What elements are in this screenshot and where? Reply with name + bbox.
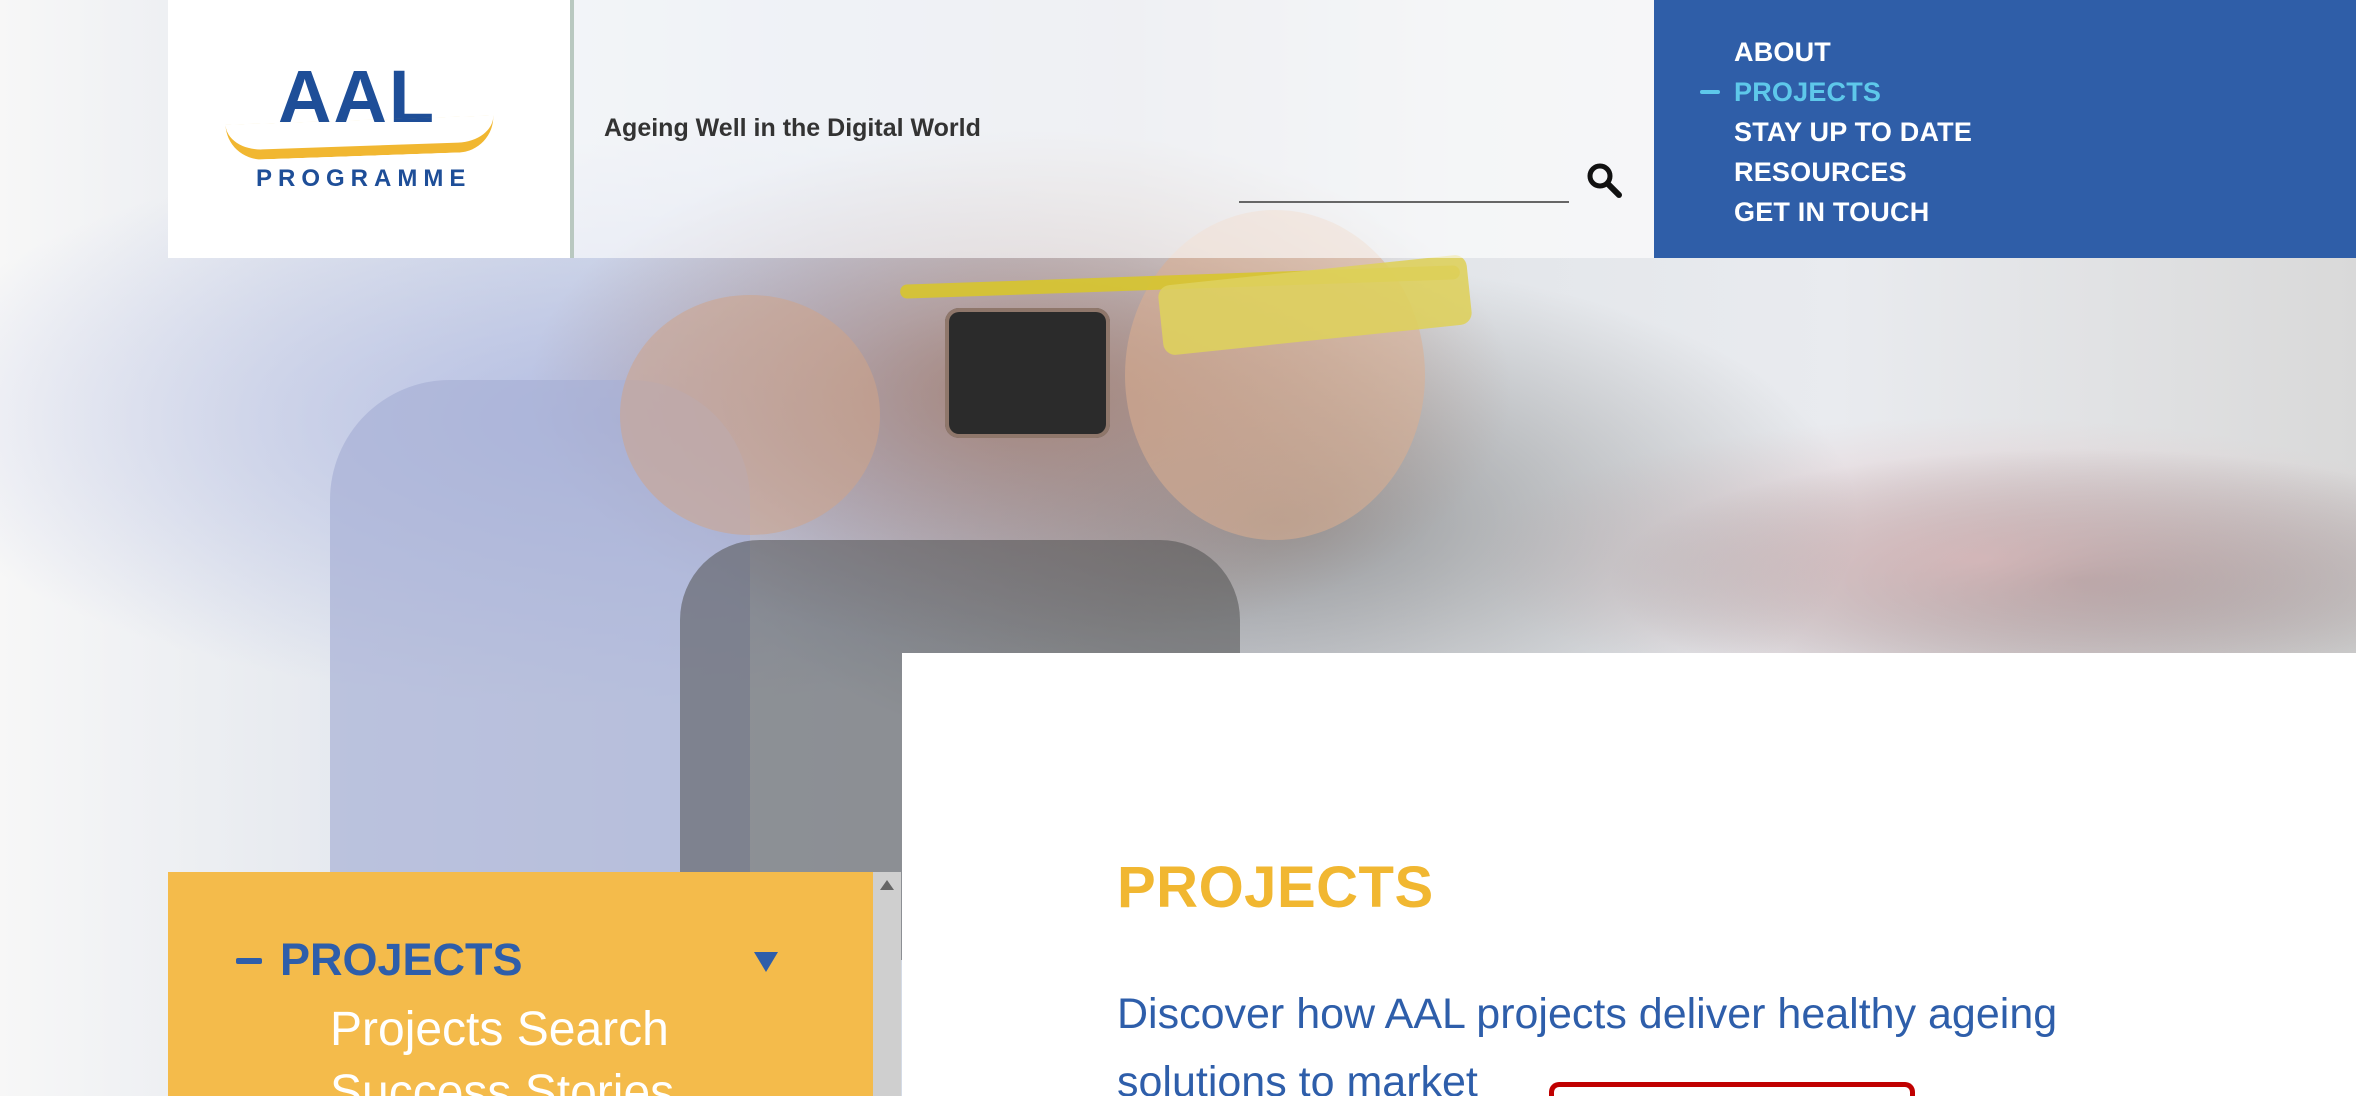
projects-submenu-title: PROJECTS	[280, 934, 523, 985]
projects-submenu: PROJECTS Projects Search Success Stories	[168, 872, 873, 1096]
search-icon[interactable]	[1584, 160, 1624, 200]
dash-icon	[236, 958, 262, 964]
nav-item-about[interactable]: ABOUT	[1734, 32, 1972, 72]
site-tagline: Ageing Well in the Digital World	[604, 114, 981, 142]
caret-down-icon[interactable]	[754, 952, 778, 972]
nav-active-dash-icon	[1700, 90, 1720, 94]
page-title: PROJECTS	[1117, 854, 1434, 920]
highlight-box	[1549, 1082, 1915, 1096]
nav-item-about-label: ABOUT	[1734, 37, 1831, 67]
nav-item-get-in-touch[interactable]: GET IN TOUCH	[1734, 192, 1972, 232]
header-logo-block[interactable]: AAL PROGRAMME	[168, 0, 574, 258]
nav-item-stay-up-to-date-label: STAY UP TO DATE	[1734, 117, 1973, 147]
nav-item-stay-up-to-date[interactable]: STAY UP TO DATE	[1734, 112, 1972, 152]
nav-item-projects-label: PROJECTS	[1734, 77, 1882, 107]
page-root: AAL PROGRAMME Ageing Well in the Digital…	[0, 0, 2356, 1096]
main-nav-list: ABOUT PROJECTS STAY UP TO DATE RESOURCES…	[1700, 32, 1972, 232]
page-subtitle: Discover how AAL projects deliver health…	[1117, 990, 2058, 1096]
logo-sub-text: PROGRAMME	[256, 165, 472, 192]
submenu-link-projects-search[interactable]: Projects Search	[330, 1002, 669, 1057]
hero-face-right	[1125, 210, 1425, 540]
scroll-up-icon[interactable]	[880, 880, 894, 890]
nav-item-resources-label: RESOURCES	[1734, 157, 1907, 187]
main-content-card: PROJECTS Discover how AAL projects deliv…	[902, 653, 2356, 1096]
search-input[interactable]	[1239, 201, 1569, 203]
header-middle: Ageing Well in the Digital World	[574, 0, 1654, 258]
nav-item-projects[interactable]: PROJECTS	[1700, 72, 1972, 112]
main-navigation: ABOUT PROJECTS STAY UP TO DATE RESOURCES…	[1654, 0, 2356, 258]
nav-item-get-in-touch-label: GET IN TOUCH	[1734, 197, 1930, 227]
projects-submenu-title-row[interactable]: PROJECTS	[236, 934, 523, 986]
submenu-link-success-stories[interactable]: Success Stories	[330, 1065, 674, 1096]
hero-face-left	[620, 295, 880, 535]
submenu-scrollbar[interactable]	[873, 872, 901, 1096]
nav-item-resources[interactable]: RESOURCES	[1734, 152, 1972, 192]
logo-swoosh-icon	[225, 115, 495, 161]
hero-phone	[945, 308, 1110, 438]
